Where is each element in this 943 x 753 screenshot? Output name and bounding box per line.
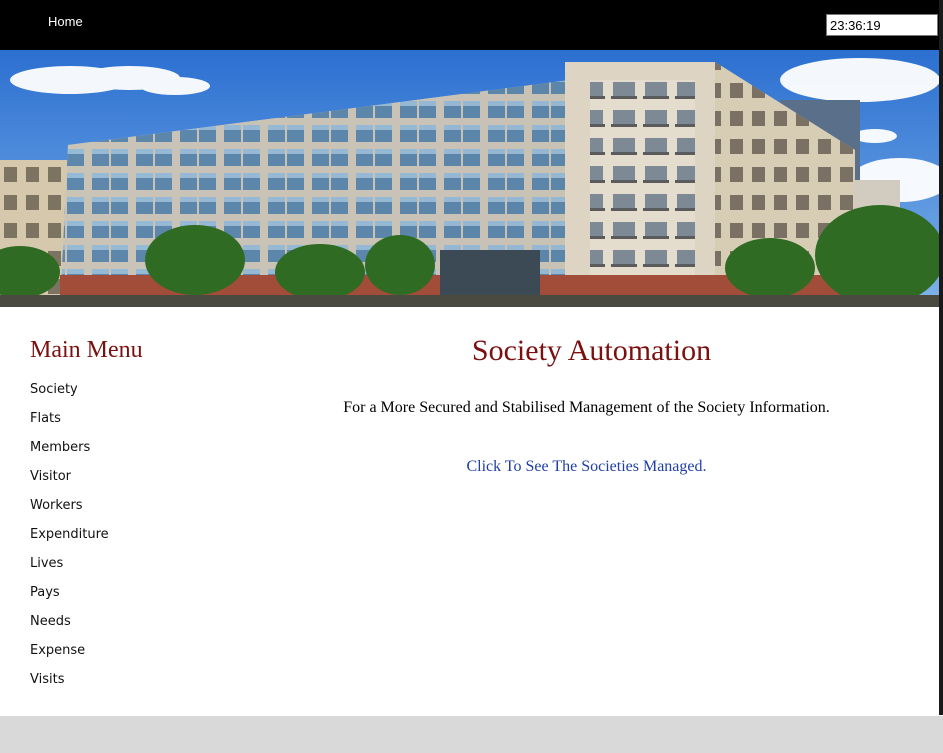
menu-item-workers[interactable]: Workers [30,491,109,520]
menu-item-flats[interactable]: Flats [30,404,109,433]
menu-item-lives[interactable]: Lives [30,549,109,578]
home-link[interactable]: Home [48,14,83,29]
footer-bar [0,716,943,753]
menu-item-expense[interactable]: Expense [30,636,109,665]
menu-item-visitor[interactable]: Visitor [30,462,109,491]
clock-field[interactable] [826,14,938,36]
menu-item-society[interactable]: Society [30,375,109,404]
window-border [939,0,943,715]
menu-item-pays[interactable]: Pays [30,578,109,607]
menu-title: Main Menu [30,337,143,363]
hero-building-banner [0,50,939,307]
top-nav-bar: Home [0,0,943,50]
main-menu: Society Flats Members Visitor Workers Ex… [30,375,109,694]
societies-managed-link[interactable]: Click To See The Societies Managed. [250,458,923,476]
menu-item-members[interactable]: Members [30,433,109,462]
menu-item-visits[interactable]: Visits [30,665,109,694]
tagline: For a More Secured and Stabilised Manage… [343,399,830,416]
page-title: Society Automation [471,334,712,367]
menu-item-expenditure[interactable]: Expenditure [30,520,109,549]
menu-item-needs[interactable]: Needs [30,607,109,636]
